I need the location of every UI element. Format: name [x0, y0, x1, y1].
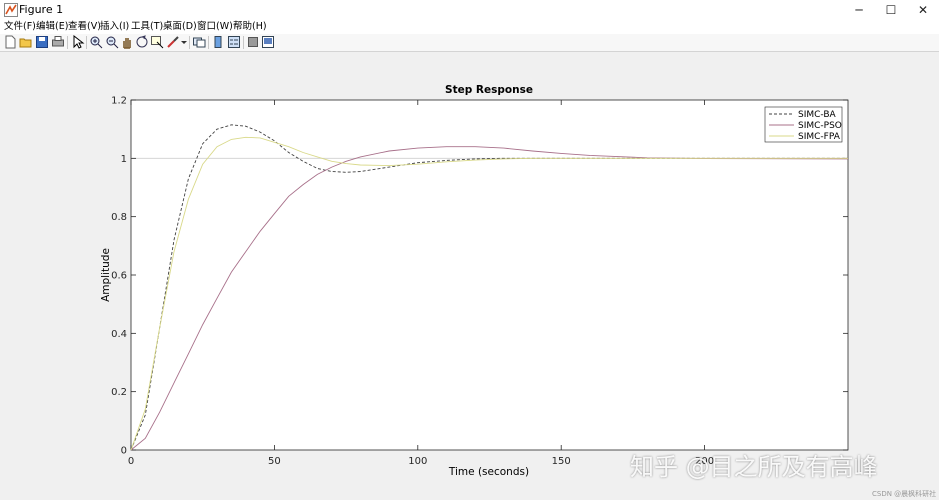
legend-entry-simc-fpa: SIMC-FPA	[798, 132, 841, 142]
link-plot-icon[interactable]	[192, 35, 206, 49]
zoom-in-icon[interactable]	[89, 35, 103, 49]
csdn-watermark: CSDN @晨枫科研社	[872, 490, 937, 498]
toolbar-separator	[67, 36, 68, 49]
y-tick-label: 1.2	[111, 96, 127, 107]
x-axis-label: Time (seconds)	[448, 466, 529, 478]
window-title: Figure 1	[19, 3, 64, 16]
step-response-plot: Step Response 0 50 100 150 20000.20.40.60.81…	[100, 84, 849, 478]
menu-tools[interactable]: 工具(T)	[131, 20, 163, 34]
y-tick-label: 0.4	[111, 329, 127, 340]
y-tick-label: 0	[121, 446, 127, 457]
menu-insert[interactable]: 插入(I)	[100, 20, 129, 34]
x-tick-label: 50	[268, 456, 281, 467]
save-icon[interactable]	[35, 35, 49, 49]
menu-bar: 文件(F) 编辑(E) 查看(V) 插入(I) 工具(T) 桌面(D) 窗口(W…	[0, 20, 939, 34]
menu-edit[interactable]: 编辑(E)	[36, 20, 68, 34]
toolbar-separator	[243, 36, 244, 49]
zhihu-watermark: 知乎 @目之所及有高峰	[630, 453, 878, 481]
y-axis-label: Amplitude	[100, 248, 112, 302]
legend-entry-simc-pso: SIMC-PSO	[798, 121, 842, 131]
y-tick-label: 0.6	[111, 271, 127, 282]
y-tick-label: 0.2	[111, 387, 127, 398]
legend[interactable]: SIMC-BA SIMC-PSO SIMC-FPA	[764, 106, 843, 143]
menu-window[interactable]: 窗口(W)	[197, 20, 233, 34]
x-tick-label: 0	[128, 456, 134, 467]
toolbar-separator	[189, 36, 190, 49]
matlab-figure-icon	[4, 3, 18, 17]
maximize-button[interactable]: ☐	[875, 0, 907, 20]
open-file-icon[interactable]	[19, 35, 33, 49]
figure-toolbar	[0, 34, 939, 52]
x-tick-label: 100	[408, 456, 427, 467]
toolbar-separator	[208, 36, 209, 49]
y-tick-label: 1	[121, 154, 127, 165]
zoom-out-icon[interactable]	[105, 35, 119, 49]
menu-desktop[interactable]: 桌面(D)	[163, 20, 197, 34]
menu-view[interactable]: 查看(V)	[68, 20, 101, 34]
legend-icon[interactable]	[227, 35, 241, 49]
brush-dropdown-icon[interactable]	[180, 35, 188, 49]
hide-plot-tools-icon[interactable]	[246, 35, 260, 49]
x-tick-label: 150	[552, 456, 571, 467]
menu-file[interactable]: 文件(F)	[4, 20, 36, 34]
new-figure-icon[interactable]	[3, 35, 17, 49]
menu-help[interactable]: 帮助(H)	[233, 20, 267, 34]
brush-icon[interactable]	[166, 35, 180, 49]
pan-icon[interactable]	[120, 35, 134, 49]
show-plot-tools-icon[interactable]	[261, 35, 275, 49]
figure-canvas: Step Response 0 50 100 150 200 0 0.2 0.4 0.6 0.8 1…	[0, 52, 939, 500]
rotate-icon[interactable]	[135, 35, 149, 49]
title-bar: Figure 1 ─ ☐ ✕	[0, 0, 939, 20]
toolbar-separator	[86, 36, 87, 49]
plot-title: Step Response	[445, 84, 533, 96]
axes-box[interactable]	[130, 99, 849, 451]
colorbar-icon[interactable]	[211, 35, 225, 49]
close-button[interactable]: ✕	[907, 0, 939, 20]
data-cursor-icon[interactable]	[150, 35, 164, 49]
pointer-icon[interactable]	[71, 35, 85, 49]
print-icon[interactable]	[51, 35, 65, 49]
y-tick-label: 0.8	[111, 212, 127, 223]
legend-entry-simc-ba: SIMC-BA	[798, 110, 837, 120]
minimize-button[interactable]: ─	[843, 0, 875, 20]
